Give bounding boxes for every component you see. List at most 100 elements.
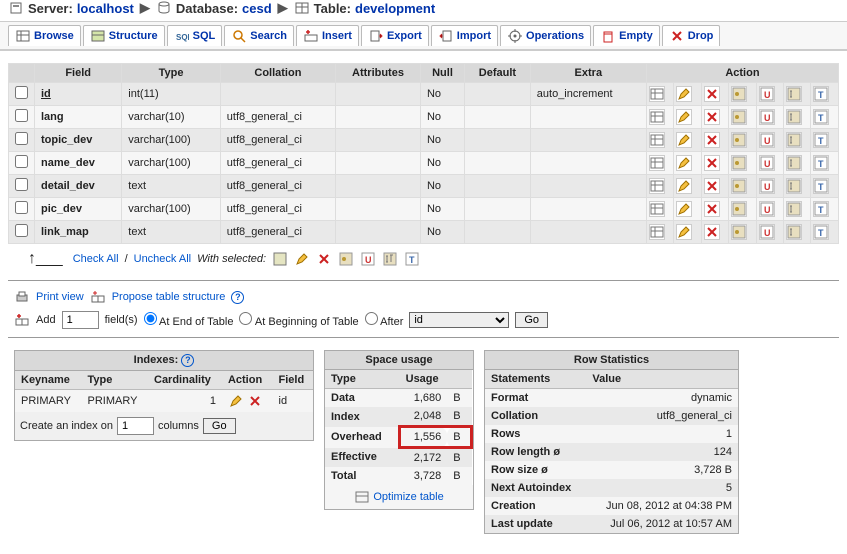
edit-icon[interactable]	[676, 132, 692, 148]
unique-icon[interactable]: U	[759, 178, 775, 194]
browse-icon[interactable]	[649, 86, 665, 102]
print-icon[interactable]	[14, 289, 30, 305]
unique-icon[interactable]: U	[759, 201, 775, 217]
after-field-select[interactable]: id	[409, 312, 509, 328]
browse-icon[interactable]	[649, 224, 665, 240]
browse-icon[interactable]	[649, 201, 665, 217]
table-link[interactable]: development	[355, 1, 435, 16]
help-icon[interactable]: ?	[231, 291, 244, 304]
edit-selected-icon[interactable]	[294, 251, 310, 267]
propose-icon[interactable]	[90, 289, 106, 305]
primary-icon[interactable]	[731, 201, 747, 217]
db-link[interactable]: cesd	[242, 1, 272, 16]
drop-icon[interactable]	[704, 109, 720, 125]
drop-icon[interactable]	[704, 201, 720, 217]
drop-icon[interactable]	[704, 155, 720, 171]
edit-icon[interactable]	[676, 109, 692, 125]
tab-import[interactable]: Import	[431, 25, 498, 46]
tab-sql[interactable]: SQLSQL	[167, 25, 223, 46]
fulltext-icon[interactable]: T	[813, 109, 829, 125]
primary-icon[interactable]	[731, 86, 747, 102]
browse-selected-icon[interactable]	[272, 251, 288, 267]
collation-cell: utf8_general_ci	[220, 129, 335, 152]
browse-icon[interactable]	[649, 132, 665, 148]
optimize-icon[interactable]	[354, 489, 370, 505]
index-go-button[interactable]: Go	[203, 418, 236, 434]
tab-operations[interactable]: Operations	[500, 25, 591, 46]
tab-export[interactable]: Export	[361, 25, 429, 46]
at-begin-radio[interactable]: At Beginning of Table	[239, 312, 358, 328]
edit-icon[interactable]	[228, 393, 244, 409]
check-all-link[interactable]: Check All	[73, 253, 119, 265]
unique-icon[interactable]: U	[759, 132, 775, 148]
server-link[interactable]: localhost	[77, 1, 134, 16]
edit-icon[interactable]	[676, 224, 692, 240]
after-radio[interactable]: After	[365, 312, 404, 328]
browse-icon[interactable]	[649, 155, 665, 171]
edit-icon[interactable]	[676, 86, 692, 102]
index-icon[interactable]	[786, 201, 802, 217]
help-icon[interactable]: ?	[181, 354, 194, 367]
unique-selected-icon[interactable]: U	[360, 251, 376, 267]
fulltext-selected-icon[interactable]: T	[404, 251, 420, 267]
tab-browse[interactable]: Browse	[8, 25, 81, 46]
index-icon[interactable]	[786, 86, 802, 102]
index-icon[interactable]	[786, 155, 802, 171]
stats-row: CreationJun 08, 2012 at 04:38 PM	[485, 497, 738, 515]
edit-icon[interactable]	[676, 155, 692, 171]
index-icon[interactable]	[786, 178, 802, 194]
collation-cell: utf8_general_ci	[220, 221, 335, 244]
tab-label: Drop	[688, 30, 714, 42]
drop-icon[interactable]	[247, 393, 263, 409]
primary-icon[interactable]	[731, 155, 747, 171]
drop-selected-icon[interactable]	[316, 251, 332, 267]
index-icon[interactable]	[786, 132, 802, 148]
index-icon[interactable]	[786, 224, 802, 240]
primary-icon[interactable]	[731, 178, 747, 194]
tab-structure[interactable]: Structure	[83, 25, 165, 46]
tab-insert[interactable]: Insert	[296, 25, 359, 46]
browse-icon[interactable]	[649, 178, 665, 194]
fulltext-icon[interactable]: T	[813, 201, 829, 217]
tab-drop[interactable]: Drop	[662, 25, 721, 46]
drop-icon[interactable]	[704, 86, 720, 102]
row-checkbox[interactable]	[15, 155, 28, 168]
propose-structure-link[interactable]: Propose table structure	[112, 291, 226, 303]
fulltext-icon[interactable]: T	[813, 132, 829, 148]
unique-icon[interactable]: U	[759, 86, 775, 102]
at-end-radio[interactable]: At End of Table	[144, 312, 234, 328]
optimize-table-link[interactable]: Optimize table	[373, 491, 443, 503]
primary-icon[interactable]	[731, 224, 747, 240]
tab-empty[interactable]: Empty	[593, 25, 660, 46]
row-checkbox[interactable]	[15, 86, 28, 99]
fulltext-icon[interactable]: T	[813, 155, 829, 171]
drop-icon[interactable]	[704, 132, 720, 148]
fulltext-icon[interactable]: T	[813, 86, 829, 102]
row-checkbox[interactable]	[15, 201, 28, 214]
unique-icon[interactable]: U	[759, 224, 775, 240]
primary-selected-icon[interactable]	[338, 251, 354, 267]
tab-search[interactable]: Search	[224, 25, 294, 46]
drop-icon[interactable]	[704, 224, 720, 240]
fulltext-icon[interactable]: T	[813, 224, 829, 240]
primary-icon[interactable]	[731, 109, 747, 125]
edit-icon[interactable]	[676, 178, 692, 194]
edit-icon[interactable]	[676, 201, 692, 217]
index-selected-icon[interactable]	[382, 251, 398, 267]
fulltext-icon[interactable]: T	[813, 178, 829, 194]
print-view-link[interactable]: Print view	[36, 291, 84, 303]
row-checkbox[interactable]	[15, 109, 28, 122]
index-icon[interactable]	[786, 109, 802, 125]
row-checkbox[interactable]	[15, 178, 28, 191]
add-go-button[interactable]: Go	[515, 312, 548, 328]
primary-icon[interactable]	[731, 132, 747, 148]
browse-icon[interactable]	[649, 109, 665, 125]
uncheck-all-link[interactable]: Uncheck All	[134, 253, 191, 265]
unique-icon[interactable]: U	[759, 109, 775, 125]
row-checkbox[interactable]	[15, 224, 28, 237]
unique-icon[interactable]: U	[759, 155, 775, 171]
index-cols-input[interactable]	[117, 417, 154, 435]
add-count-input[interactable]	[62, 311, 99, 329]
row-checkbox[interactable]	[15, 132, 28, 145]
drop-icon[interactable]	[704, 178, 720, 194]
